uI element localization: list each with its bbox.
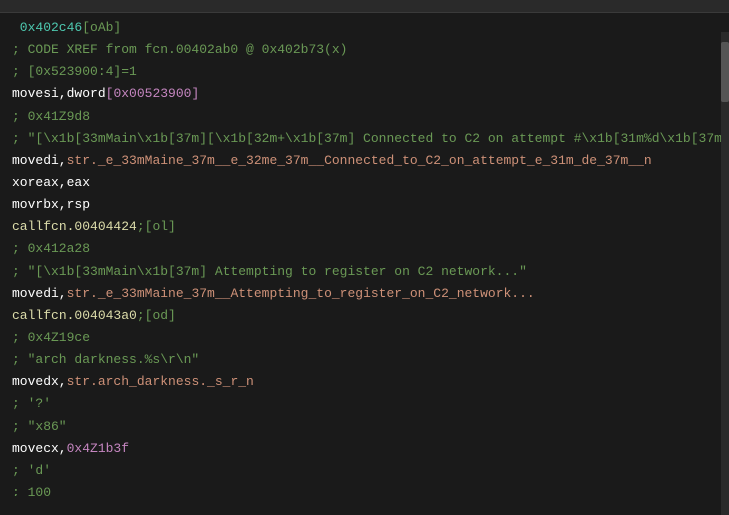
code-line: ; "[\x1b[33mMain\x1b[37m] Attempting to … (0, 261, 729, 283)
code-line: ; 100 (0, 482, 729, 496)
code-line: mov ecx, 0x4Z1b3f (0, 438, 729, 460)
code-line: ; [0x523900:4]=1 (0, 61, 729, 83)
code-line: ; 0x412a28 (0, 238, 729, 260)
code-line: mov rbx, rsp (0, 194, 729, 216)
code-line: ; "x86" (0, 416, 729, 438)
code-line: call fcn.00404424;[ol] (0, 216, 729, 238)
code-line: xor eax, eax (0, 172, 729, 194)
code-line: call fcn.004043a0;[od] (0, 305, 729, 327)
code-line: ; "arch darkness.%s\r\n" (0, 349, 729, 371)
code-line: ; 0x41Z9d8 (0, 106, 729, 128)
code-line: ; '?' (0, 393, 729, 415)
code-body[interactable]: 0x402c46 [oAb]; CODE XREF from fcn.00402… (0, 13, 729, 496)
code-line: mov esi, dword [0x00523900] (0, 83, 729, 105)
code-line: mov edi, str._e_33mMaine_37m__e_32me_37m… (0, 150, 729, 172)
scrollbar[interactable] (721, 32, 729, 515)
code-line: mov edi, str._e_33mMaine_37m__Attempting… (0, 283, 729, 305)
scrollbar-thumb[interactable] (721, 42, 729, 102)
code-line: ; "[\x1b[33mMain\x1b[37m][\x1b[32m+\x1b[… (0, 128, 729, 150)
code-line: ; 0x4Z19ce (0, 327, 729, 349)
code-line: mov edx, str.arch_darkness._s_r_n (0, 371, 729, 393)
code-line: ; CODE XREF from fcn.00402ab0 @ 0x402b73… (0, 39, 729, 61)
code-container: 0x402c46 [oAb]; CODE XREF from fcn.00402… (0, 0, 729, 515)
code-header (0, 0, 729, 13)
code-line: ; 'd' (0, 460, 729, 482)
code-line: 0x402c46 [oAb] (0, 17, 729, 39)
